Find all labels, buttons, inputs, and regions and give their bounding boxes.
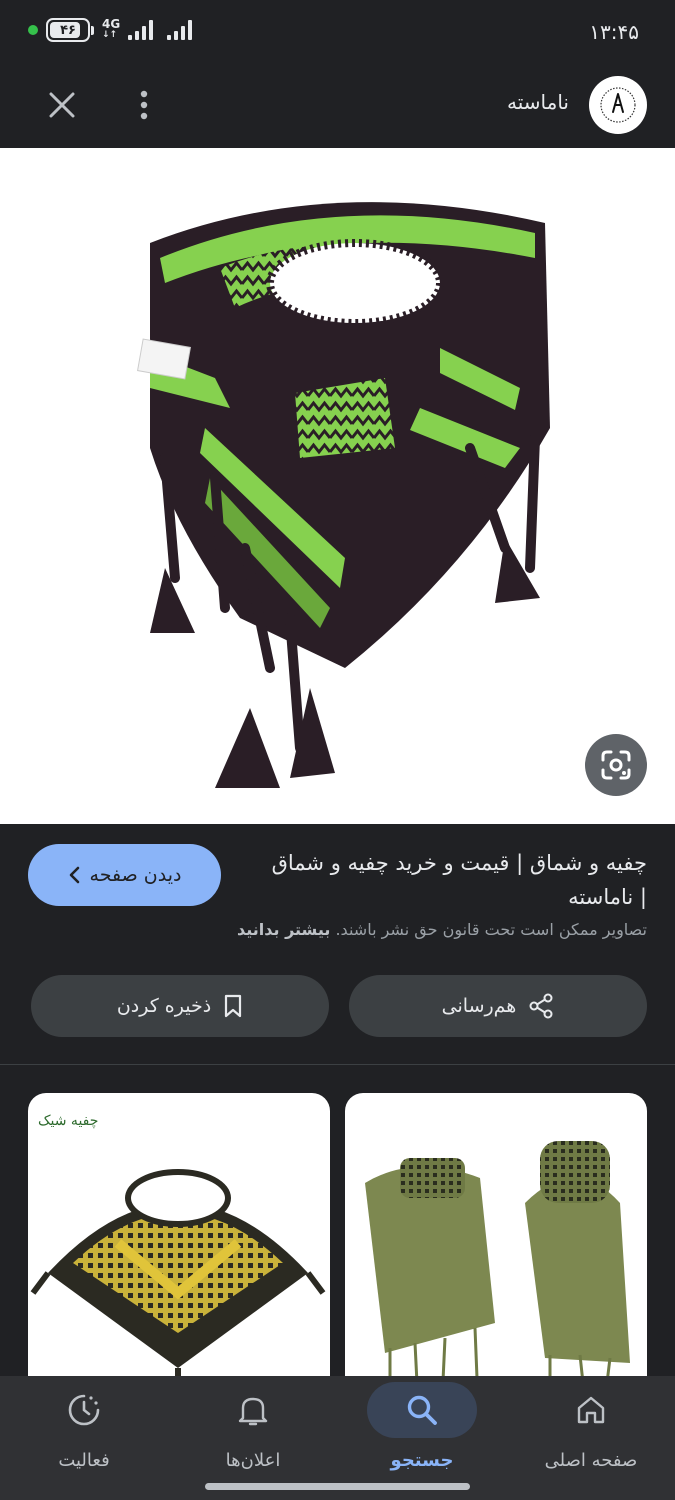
olive-scarf-image <box>365 1141 630 1376</box>
activity-icon <box>68 1394 100 1426</box>
status-indicators: ۴۶ 4G ↓↑ <box>28 17 193 42</box>
yellow-scarf-image: چفیه شیک <box>30 1113 326 1376</box>
main-image[interactable] <box>0 148 675 824</box>
bell-icon <box>238 1397 268 1426</box>
scarf-image <box>137 202 550 788</box>
search-icon <box>407 1395 437 1425</box>
related-image-card[interactable]: چفیه شیک <box>28 1093 330 1376</box>
close-icon <box>49 92 75 118</box>
nav-search-label: جستجو <box>390 1450 454 1471</box>
battery-icon: ۴۶ <box>46 18 90 42</box>
lens-icon <box>601 750 631 780</box>
watermark-logo: چفیه شیک <box>38 1113 98 1129</box>
site-name[interactable]: ناماسته <box>507 90 569 114</box>
learn-more-link[interactable]: بیشتر بدانید <box>237 920 330 939</box>
privacy-dot-icon <box>28 25 38 35</box>
bookmark-icon <box>225 994 242 1018</box>
share-icon <box>529 993 553 1019</box>
visit-page-label: دیدن صفحه <box>89 864 182 886</box>
bottom-navigation: صفحه اصلی جستجو اعلان‌ها ف <box>0 1376 675 1500</box>
nav-notifications[interactable]: اعلان‌ها <box>169 1382 337 1482</box>
viewer-header: ناماسته <box>0 62 675 148</box>
status-bar: ۴۶ 4G ↓↑ ۱۳:۴۵ <box>0 0 675 62</box>
signal-strength-icon <box>128 20 154 40</box>
more-vert-icon <box>140 90 148 120</box>
site-logo[interactable] <box>589 76 647 134</box>
status-time: ۱۳:۴۵ <box>589 20 639 44</box>
nav-search[interactable]: جستجو <box>338 1382 506 1482</box>
chevron-left-icon <box>69 866 79 884</box>
share-button[interactable]: هم‌رسانی <box>349 975 647 1037</box>
home-icon <box>577 1396 605 1424</box>
google-lens-button[interactable] <box>585 734 647 796</box>
related-images: چفیه شیک <box>0 1065 675 1376</box>
nav-activity[interactable]: فعالیت <box>0 1382 168 1482</box>
nav-home[interactable]: صفحه اصلی <box>507 1382 675 1482</box>
home-indicator[interactable] <box>205 1483 470 1490</box>
visit-page-button[interactable]: دیدن صفحه <box>28 844 221 906</box>
nav-notifications-label: اعلان‌ها <box>225 1450 281 1471</box>
battery-level: ۴۶ <box>60 22 76 38</box>
more-options-button[interactable] <box>122 83 166 127</box>
result-info: چفیه و شماق | قیمت و خرید چفیه و شماق | … <box>0 824 675 1064</box>
nav-activity-label: فعالیت <box>58 1450 110 1471</box>
close-button[interactable] <box>40 83 84 127</box>
save-label: ذخیره کردن <box>116 995 212 1017</box>
copyright-notice: تصاویر ممکن است تحت قانون حق نشر باشند. … <box>236 920 647 939</box>
save-button[interactable]: ذخیره کردن <box>31 975 329 1037</box>
nav-home-label: صفحه اصلی <box>544 1450 638 1471</box>
network-type: 4G ↓↑ <box>102 17 121 40</box>
related-image-card[interactable] <box>345 1093 647 1376</box>
share-label: هم‌رسانی <box>441 995 517 1017</box>
signal-strength-2-icon <box>167 20 193 40</box>
site-logo-icon <box>600 87 636 123</box>
result-title[interactable]: چفیه و شماق | قیمت و خرید چفیه و شماق | … <box>267 846 647 914</box>
